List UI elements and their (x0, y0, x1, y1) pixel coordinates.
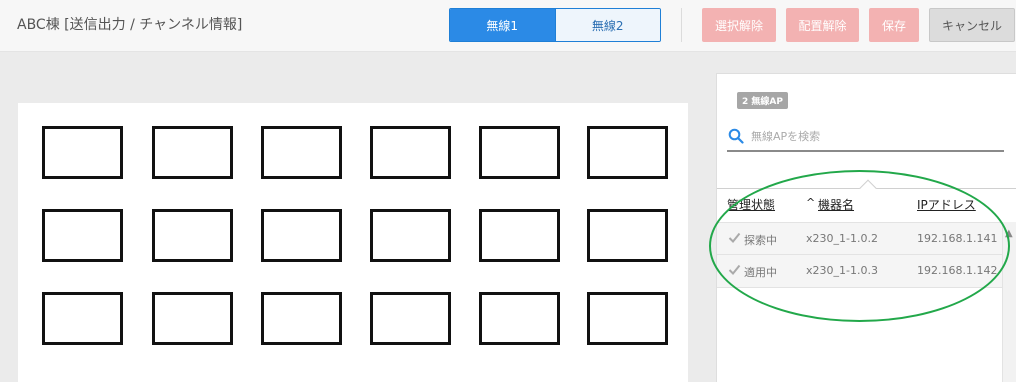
ap-placement-slot[interactable] (370, 292, 451, 345)
ap-placement-slot[interactable] (261, 209, 342, 262)
top-bar: ABC棟 [送信出力 / チャンネル情報] 無線1 無線2 選択解除 配置解除 … (0, 0, 1016, 52)
ap-placement-slot[interactable] (587, 209, 668, 262)
ap-placement-slot[interactable] (42, 292, 123, 345)
ap-placement-slot[interactable] (479, 209, 560, 262)
ap-placement-slot[interactable] (42, 209, 123, 262)
column-header-status[interactable]: 管理状態 (727, 196, 775, 213)
ap-placement-slot[interactable] (152, 292, 233, 345)
table-row[interactable]: 探索中 x230_1-1.0.2 192.168.1.141 (717, 222, 1002, 255)
ap-placement-slot[interactable] (152, 209, 233, 262)
ap-placement-slot[interactable] (42, 126, 123, 179)
table-row[interactable]: 適用中 x230_1-1.0.3 192.168.1.142 (717, 255, 1002, 288)
search-input[interactable] (751, 126, 999, 146)
radio-tab-group: 無線1 無線2 (449, 8, 661, 42)
scroll-up-icon[interactable]: ▲ (1005, 228, 1013, 239)
sort-ascending-icon[interactable]: ^ (806, 196, 815, 209)
check-icon (728, 232, 741, 243)
ap-placement-slot[interactable] (370, 126, 451, 179)
ap-placement-slot[interactable] (479, 126, 560, 179)
deselect-button[interactable]: 選択解除 (702, 8, 776, 42)
ap-list-panel: 2 無線AP 管理状態 ^ 機器名 IPアドレス 探索中 x230_1-1.0.… (716, 73, 1016, 382)
search-icon (728, 128, 744, 144)
ip-address-cell: 192.168.1.141 (917, 232, 998, 245)
device-name-cell: x230_1-1.0.2 (806, 232, 878, 245)
save-button[interactable]: 保存 (869, 8, 919, 42)
ip-address-cell: 192.168.1.142 (917, 264, 998, 277)
ap-placement-slot[interactable] (261, 292, 342, 345)
toolbar-divider (681, 8, 682, 42)
scrollbar[interactable]: ▲ (1002, 222, 1016, 382)
ap-count-badge: 2 無線AP (737, 92, 788, 109)
column-header-device-name[interactable]: 機器名 (818, 196, 854, 213)
page-title: ABC棟 [送信出力 / チャンネル情報] (17, 17, 243, 33)
ap-placement-slot[interactable] (152, 126, 233, 179)
check-icon (728, 264, 741, 275)
cancel-button[interactable]: キャンセル (929, 8, 1015, 42)
ap-placement-slot[interactable] (261, 126, 342, 179)
ap-placement-slot[interactable] (370, 209, 451, 262)
panel-notch (859, 179, 877, 197)
tab-radio-2[interactable]: 無線2 (554, 9, 660, 41)
ap-placement-slot[interactable] (479, 292, 560, 345)
status-cell: 探索中 (744, 234, 777, 247)
tab-radio-1[interactable]: 無線1 (450, 9, 555, 41)
device-name-cell: x230_1-1.0.3 (806, 264, 878, 277)
ap-table-body: 探索中 x230_1-1.0.2 192.168.1.141 適用中 x230_… (717, 222, 1002, 288)
unplace-button[interactable]: 配置解除 (786, 8, 859, 42)
ap-placement-slot[interactable] (587, 292, 668, 345)
ap-placement-slot[interactable] (587, 126, 668, 179)
search-box (727, 122, 1004, 152)
column-header-ip-address[interactable]: IPアドレス (917, 196, 976, 213)
status-cell: 適用中 (744, 266, 777, 279)
floor-map-canvas[interactable] (18, 103, 688, 382)
